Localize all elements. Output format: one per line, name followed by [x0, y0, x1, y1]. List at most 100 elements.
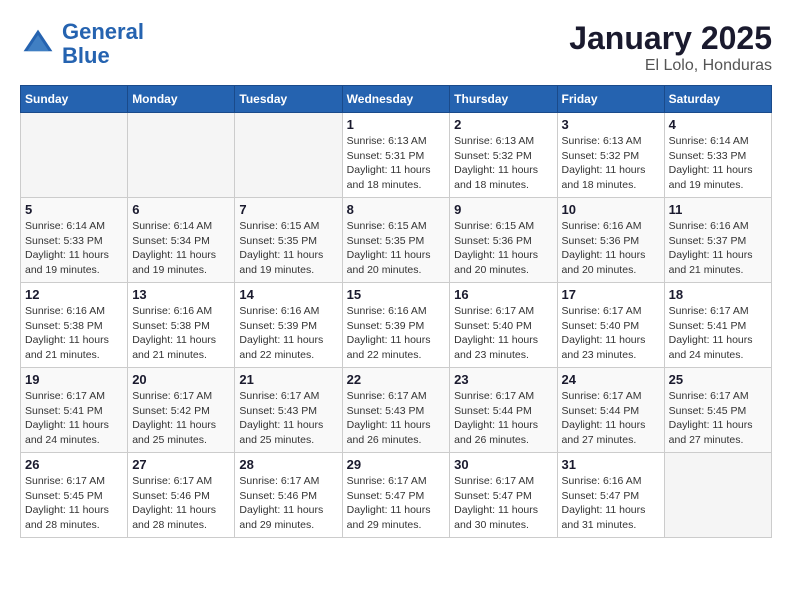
- day-number: 4: [669, 117, 767, 132]
- day-number: 15: [347, 287, 446, 302]
- location: El Lolo, Honduras: [569, 57, 772, 75]
- day-header-sunday: Sunday: [21, 86, 128, 113]
- calendar-cell: 16Sunrise: 6:17 AMSunset: 5:40 PMDayligh…: [450, 283, 557, 368]
- title-block: January 2025 El Lolo, Honduras: [569, 20, 772, 75]
- calendar-cell: 24Sunrise: 6:17 AMSunset: 5:44 PMDayligh…: [557, 368, 664, 453]
- calendar-cell: 2 Sunrise: 6:13 AMSunset: 5:32 PMDaylight…: [450, 113, 557, 198]
- calendar-cell: 28Sunrise: 6:17 AMSunset: 5:46 PMDayligh…: [235, 453, 342, 538]
- day-info: Sunrise: 6:13 AMSunset: 5:32 PMDaylight:…: [454, 134, 552, 193]
- week-row-5: 26 Sunrise: 6:17 AMSunset: 5:45 PMDayligh…: [21, 453, 772, 538]
- day-number: 20: [132, 372, 230, 387]
- calendar-cell: [664, 453, 771, 538]
- day-info: Sunrise: 6:17 AMSunset: 5:45 PMDaylight:…: [25, 474, 123, 533]
- day-info: Sunrise: 6:16 AMSunset: 5:36 PMDaylight:…: [562, 219, 660, 278]
- week-row-3: 12 Sunrise: 6:16 AMSunset: 5:38 PMDayligh…: [21, 283, 772, 368]
- day-number: 6: [132, 202, 230, 217]
- logo-text: General Blue: [62, 20, 144, 68]
- day-number: 9: [454, 202, 552, 217]
- day-number: 16: [454, 287, 552, 302]
- week-row-1: 1 Sunrise: 6:13 AMSunset: 5:31 PMDaylight…: [21, 113, 772, 198]
- day-number: 25: [669, 372, 767, 387]
- day-number: 13: [132, 287, 230, 302]
- day-number: 19: [25, 372, 123, 387]
- month-title: January 2025: [569, 20, 772, 57]
- calendar-cell: 10 Sunrise: 6:16 AMSunset: 5:36 PMDayligh…: [557, 198, 664, 283]
- calendar-cell: 9 Sunrise: 6:15 AMSunset: 5:36 PMDaylight…: [450, 198, 557, 283]
- day-info: Sunrise: 6:17 AMSunset: 5:46 PMDaylight:…: [239, 474, 337, 533]
- calendar-header-row: SundayMondayTuesdayWednesdayThursdayFrid…: [21, 86, 772, 113]
- day-info: Sunrise: 6:17 AMSunset: 5:41 PMDaylight:…: [669, 304, 767, 363]
- day-info: Sunrise: 6:17 AMSunset: 5:40 PMDaylight:…: [562, 304, 660, 363]
- page-header: General Blue January 2025 El Lolo, Hondu…: [20, 20, 772, 75]
- day-info: Sunrise: 6:15 AMSunset: 5:36 PMDaylight:…: [454, 219, 552, 278]
- day-info: Sunrise: 6:17 AMSunset: 5:41 PMDaylight:…: [25, 389, 123, 448]
- day-info: Sunrise: 6:16 AMSunset: 5:38 PMDaylight:…: [132, 304, 230, 363]
- calendar-cell: 29 Sunrise: 6:17 AMSunset: 5:47 PMDayligh…: [342, 453, 450, 538]
- logo-icon: [20, 26, 56, 62]
- day-number: 22: [347, 372, 446, 387]
- day-header-saturday: Saturday: [664, 86, 771, 113]
- calendar-cell: 22 Sunrise: 6:17 AMSunset: 5:43 PMDayligh…: [342, 368, 450, 453]
- day-info: Sunrise: 6:13 AMSunset: 5:31 PMDaylight:…: [347, 134, 446, 193]
- calendar-cell: 13 Sunrise: 6:16 AMSunset: 5:38 PMDayligh…: [128, 283, 235, 368]
- calendar-cell: 21 Sunrise: 6:17 AMSunset: 5:43 PMDayligh…: [235, 368, 342, 453]
- day-number: 17: [562, 287, 660, 302]
- day-number: 12: [25, 287, 123, 302]
- day-number: 30: [454, 457, 552, 472]
- calendar-cell: 20Sunrise: 6:17 AMSunset: 5:42 PMDayligh…: [128, 368, 235, 453]
- calendar-cell: [235, 113, 342, 198]
- day-number: 3: [562, 117, 660, 132]
- calendar-cell: 30 Sunrise: 6:17 AMSunset: 5:47 PMDayligh…: [450, 453, 557, 538]
- week-row-4: 19 Sunrise: 6:17 AMSunset: 5:41 PMDayligh…: [21, 368, 772, 453]
- day-info: Sunrise: 6:15 AMSunset: 5:35 PMDaylight:…: [239, 219, 337, 278]
- day-number: 27: [132, 457, 230, 472]
- day-number: 1: [347, 117, 446, 132]
- day-header-tuesday: Tuesday: [235, 86, 342, 113]
- calendar-cell: 1 Sunrise: 6:13 AMSunset: 5:31 PMDaylight…: [342, 113, 450, 198]
- calendar-cell: 6Sunrise: 6:14 AMSunset: 5:34 PMDaylight…: [128, 198, 235, 283]
- calendar-cell: 8 Sunrise: 6:15 AMSunset: 5:35 PMDaylight…: [342, 198, 450, 283]
- day-info: Sunrise: 6:14 AMSunset: 5:33 PMDaylight:…: [669, 134, 767, 193]
- calendar-table: SundayMondayTuesdayWednesdayThursdayFrid…: [20, 85, 772, 538]
- day-number: 14: [239, 287, 337, 302]
- day-info: Sunrise: 6:17 AMSunset: 5:46 PMDaylight:…: [132, 474, 230, 533]
- day-info: Sunrise: 6:17 AMSunset: 5:44 PMDaylight:…: [454, 389, 552, 448]
- day-number: 8: [347, 202, 446, 217]
- day-number: 2: [454, 117, 552, 132]
- day-info: Sunrise: 6:16 AMSunset: 5:37 PMDaylight:…: [669, 219, 767, 278]
- day-number: 5: [25, 202, 123, 217]
- calendar-cell: 15Sunrise: 6:16 AMSunset: 5:39 PMDayligh…: [342, 283, 450, 368]
- calendar-cell: 18 Sunrise: 6:17 AMSunset: 5:41 PMDayligh…: [664, 283, 771, 368]
- calendar-cell: 19 Sunrise: 6:17 AMSunset: 5:41 PMDayligh…: [21, 368, 128, 453]
- day-number: 18: [669, 287, 767, 302]
- day-number: 24: [562, 372, 660, 387]
- calendar-cell: [128, 113, 235, 198]
- day-number: 26: [25, 457, 123, 472]
- calendar-cell: 27 Sunrise: 6:17 AMSunset: 5:46 PMDayligh…: [128, 453, 235, 538]
- day-number: 10: [562, 202, 660, 217]
- calendar-cell: 11 Sunrise: 6:16 AMSunset: 5:37 PMDayligh…: [664, 198, 771, 283]
- calendar-cell: 17 Sunrise: 6:17 AMSunset: 5:40 PMDayligh…: [557, 283, 664, 368]
- day-header-thursday: Thursday: [450, 86, 557, 113]
- day-info: Sunrise: 6:17 AMSunset: 5:43 PMDaylight:…: [347, 389, 446, 448]
- day-info: Sunrise: 6:17 AMSunset: 5:43 PMDaylight:…: [239, 389, 337, 448]
- logo: General Blue: [20, 20, 144, 68]
- calendar-cell: 7 Sunrise: 6:15 AMSunset: 5:35 PMDaylight…: [235, 198, 342, 283]
- day-info: Sunrise: 6:15 AMSunset: 5:35 PMDaylight:…: [347, 219, 446, 278]
- day-info: Sunrise: 6:17 AMSunset: 5:45 PMDaylight:…: [669, 389, 767, 448]
- day-number: 31: [562, 457, 660, 472]
- day-number: 11: [669, 202, 767, 217]
- calendar-cell: 14Sunrise: 6:16 AMSunset: 5:39 PMDayligh…: [235, 283, 342, 368]
- day-info: Sunrise: 6:17 AMSunset: 5:47 PMDaylight:…: [347, 474, 446, 533]
- day-number: 21: [239, 372, 337, 387]
- day-header-wednesday: Wednesday: [342, 86, 450, 113]
- day-number: 29: [347, 457, 446, 472]
- calendar-cell: [21, 113, 128, 198]
- day-info: Sunrise: 6:16 AMSunset: 5:47 PMDaylight:…: [562, 474, 660, 533]
- day-info: Sunrise: 6:17 AMSunset: 5:47 PMDaylight:…: [454, 474, 552, 533]
- day-info: Sunrise: 6:14 AMSunset: 5:33 PMDaylight:…: [25, 219, 123, 278]
- day-number: 7: [239, 202, 337, 217]
- calendar-cell: 31 Sunrise: 6:16 AMSunset: 5:47 PMDayligh…: [557, 453, 664, 538]
- day-header-friday: Friday: [557, 86, 664, 113]
- day-header-monday: Monday: [128, 86, 235, 113]
